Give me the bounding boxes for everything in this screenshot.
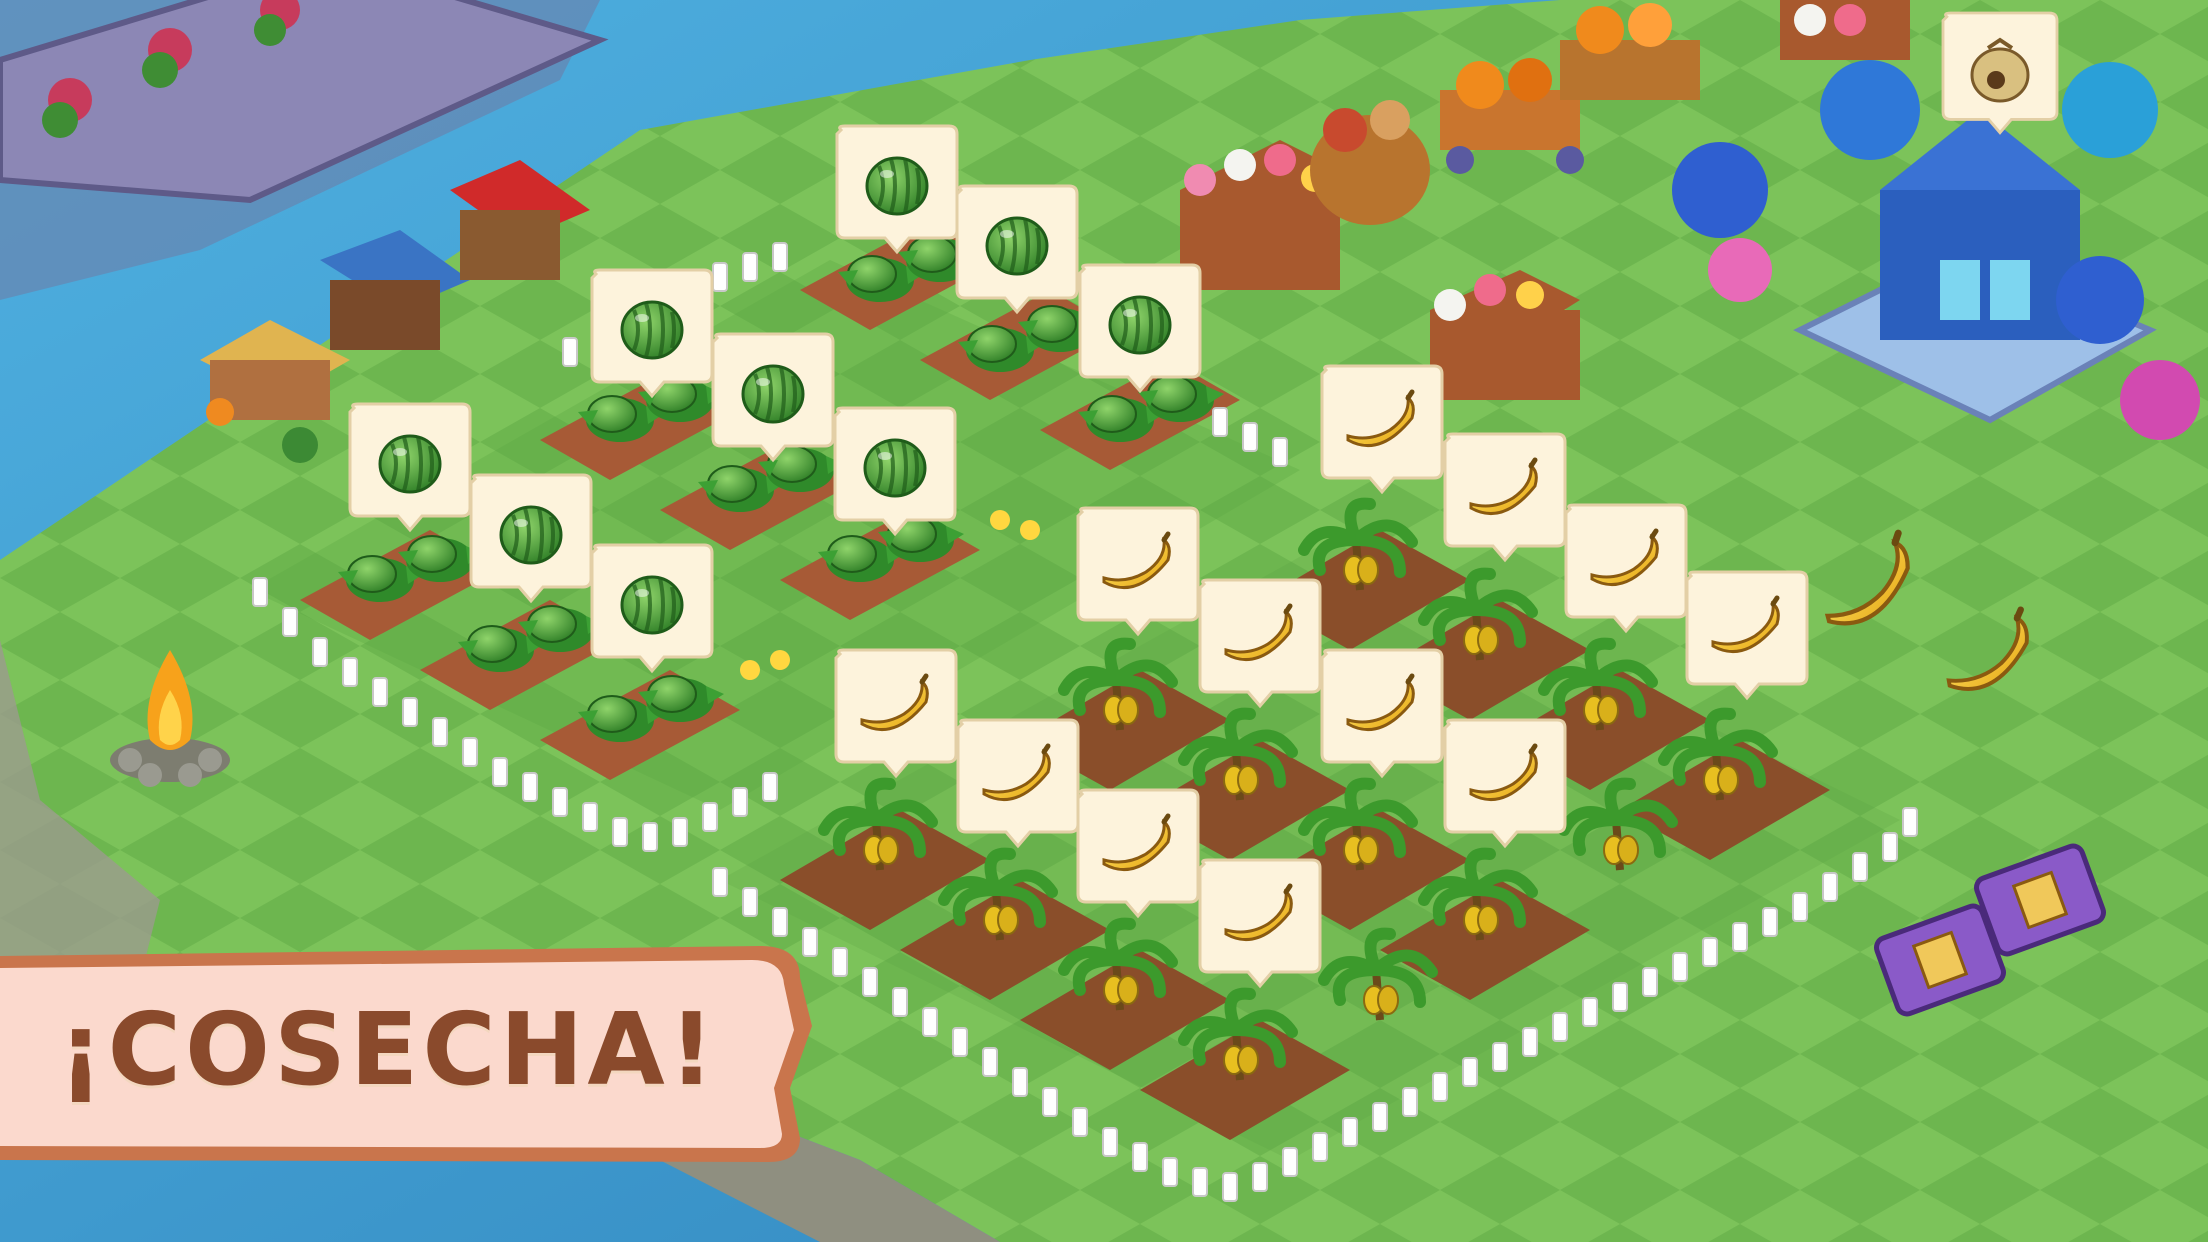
- harvest-banner: ¡COSECHA!: [0, 938, 830, 1170]
- watermelon-icon: [378, 434, 442, 494]
- watermelon-icon: [741, 364, 805, 424]
- watermelon-bubble[interactable]: [955, 184, 1079, 314]
- watermelon-icon: [620, 575, 684, 635]
- watermelon-icon: [620, 300, 684, 360]
- watermelon-bubble[interactable]: [835, 124, 959, 254]
- watermelon-bubble[interactable]: [1078, 263, 1202, 393]
- watermelon-icon: [499, 505, 563, 565]
- banana-bubble[interactable]: [956, 718, 1080, 848]
- watermelon-bubble[interactable]: [833, 406, 957, 536]
- banana-bubble[interactable]: [1320, 648, 1444, 778]
- watermelon-icon: [865, 156, 929, 216]
- watermelon-bubble[interactable]: [711, 332, 835, 462]
- banana-bubble[interactable]: [1443, 718, 1567, 848]
- banana-bubble[interactable]: [1564, 503, 1688, 633]
- banana-bubble[interactable]: [1076, 506, 1200, 636]
- watermelon-icon: [863, 438, 927, 498]
- banana-bubble[interactable]: [1198, 578, 1322, 708]
- banana-bubble[interactable]: [1320, 364, 1444, 494]
- banana-bubble[interactable]: [1198, 858, 1322, 988]
- watermelon-bubble[interactable]: [590, 268, 714, 398]
- banana-bubble[interactable]: [1443, 432, 1567, 562]
- watermelon-bubble[interactable]: [590, 543, 714, 673]
- banana-bubble[interactable]: [1076, 788, 1200, 918]
- banana-bubble[interactable]: [1685, 570, 1809, 700]
- watermelon-bubble[interactable]: [348, 402, 472, 532]
- watermelon-bubble[interactable]: [469, 473, 593, 603]
- watermelon-icon: [1108, 295, 1172, 355]
- sack-bubble[interactable]: [1941, 11, 2059, 135]
- banana-bubble[interactable]: [834, 648, 958, 778]
- harvest-title: ¡COSECHA!: [58, 991, 719, 1108]
- watermelon-icon: [985, 216, 1049, 276]
